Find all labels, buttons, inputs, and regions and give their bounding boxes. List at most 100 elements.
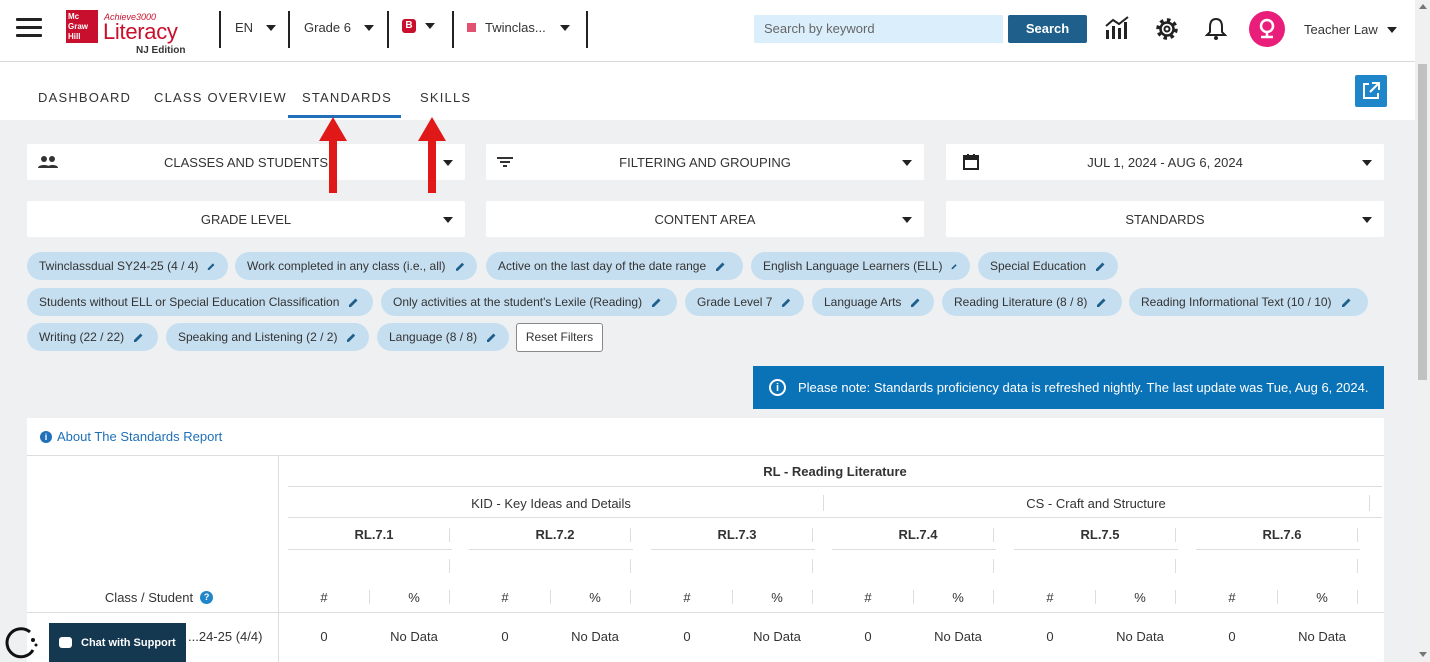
language-dropdown[interactable]: EN xyxy=(235,20,277,35)
reports-chart-icon[interactable] xyxy=(1104,16,1130,40)
percent-column-header[interactable]: % xyxy=(1286,590,1358,605)
pencil-edit-icon[interactable] xyxy=(455,261,465,272)
divider xyxy=(1357,559,1358,573)
menu-icon[interactable] xyxy=(16,18,42,42)
filter-chip[interactable]: Grade Level 7 xyxy=(685,288,804,316)
pencil-edit-icon[interactable] xyxy=(951,261,958,272)
grade-dropdown[interactable]: Grade 6 xyxy=(304,20,374,35)
info-icon: i xyxy=(40,430,52,443)
standards-dropdown[interactable]: STANDARDS xyxy=(946,201,1384,237)
class-student-header: Class / Student ? xyxy=(40,590,278,605)
tab-standards[interactable]: STANDARDS xyxy=(302,90,392,105)
reset-filters-button[interactable]: Reset Filters xyxy=(516,323,603,352)
mcgraw-hill-logo-box: Mc Graw Hill xyxy=(66,10,98,43)
percent-column-header[interactable]: % xyxy=(922,590,994,605)
scroll-up-icon[interactable] xyxy=(1419,4,1427,9)
filter-chip[interactable]: Twinclassdual SY24-25 (4 / 4) xyxy=(27,252,228,280)
chevron-down-icon xyxy=(559,24,570,31)
divider xyxy=(1277,590,1278,604)
divider xyxy=(27,612,1384,613)
count-column-header[interactable]: # xyxy=(1196,590,1268,605)
standard-header[interactable]: RL.7.1 xyxy=(288,527,460,542)
pencil-edit-icon[interactable] xyxy=(715,261,726,272)
pencil-edit-icon[interactable] xyxy=(1096,297,1107,308)
filter-chip[interactable]: Active on the last day of the date range xyxy=(486,252,743,280)
divider xyxy=(993,528,994,542)
standard-header[interactable]: RL.7.2 xyxy=(469,527,641,542)
percent-column-header[interactable]: % xyxy=(741,590,813,605)
avatar[interactable] xyxy=(1249,11,1285,47)
count-column-header[interactable]: # xyxy=(832,590,904,605)
classes-and-students-dropdown[interactable]: CLASSES AND STUDENTS xyxy=(27,144,465,180)
tab-class-overview[interactable]: CLASS OVERVIEW xyxy=(154,90,287,105)
percent-column-header[interactable]: % xyxy=(378,590,450,605)
divider xyxy=(387,11,389,48)
percent-column-header[interactable]: % xyxy=(1104,590,1176,605)
filter-chip[interactable]: Language (8 / 8) xyxy=(377,323,509,351)
pencil-edit-icon[interactable] xyxy=(346,332,357,343)
divider xyxy=(993,559,994,573)
filter-chip[interactable]: Reading Literature (8 / 8) xyxy=(942,288,1122,316)
tab-skills[interactable]: SKILLS xyxy=(420,90,471,105)
percent-cell: No Data xyxy=(1298,629,1346,644)
chat-with-support-button[interactable]: Chat with Support xyxy=(49,623,186,662)
pencil-edit-icon[interactable] xyxy=(207,261,216,272)
pencil-edit-icon[interactable] xyxy=(910,297,921,308)
standard-header[interactable]: RL.7.5 xyxy=(1014,527,1186,542)
about-standards-report-link[interactable]: i About The Standards Report xyxy=(40,429,222,444)
filter-chip[interactable]: English Language Learners (ELL) xyxy=(751,252,970,280)
filter-chip[interactable]: Special Education xyxy=(978,252,1118,280)
logo[interactable]: Mc Graw Hill Achieve3000 Literacy NJ Edi… xyxy=(66,10,186,56)
divider xyxy=(288,517,1382,518)
class-row-name[interactable]: ...24-25 (4/4) xyxy=(188,629,278,644)
pencil-edit-icon[interactable] xyxy=(348,297,359,308)
open-external-button[interactable] xyxy=(1355,75,1387,107)
class-dropdown[interactable]: Twinclas... xyxy=(467,20,570,35)
grade-level-dropdown[interactable]: GRADE LEVEL xyxy=(27,201,465,237)
filtering-and-grouping-dropdown[interactable]: FILTERING AND GROUPING xyxy=(486,144,924,180)
divider xyxy=(449,528,450,542)
pencil-edit-icon[interactable] xyxy=(1341,297,1352,308)
pencil-edit-icon[interactable] xyxy=(781,297,792,308)
help-icon[interactable]: ? xyxy=(200,591,214,604)
tab-dashboard[interactable]: DASHBOARD xyxy=(38,90,131,105)
divider xyxy=(812,528,813,542)
count-column-header[interactable]: # xyxy=(651,590,723,605)
user-menu[interactable]: Teacher Law xyxy=(1304,22,1397,37)
scroll-down-icon[interactable] xyxy=(1419,652,1427,657)
settings-gear-icon[interactable] xyxy=(1153,15,1181,43)
pencil-edit-icon[interactable] xyxy=(133,332,144,343)
standard-header[interactable]: RL.7.6 xyxy=(1196,527,1368,542)
divider xyxy=(1369,495,1370,511)
logo-literacy-text: Literacy xyxy=(103,19,178,44)
filter-chip-label: Speaking and Listening (2 / 2) xyxy=(178,330,338,344)
standard-header[interactable]: RL.7.4 xyxy=(832,527,1004,542)
count-column-header[interactable]: # xyxy=(469,590,541,605)
filter-chip[interactable]: Work completed in any class (i.e., all) xyxy=(235,252,477,280)
filter-chip[interactable]: Only activities at the student's Lexile … xyxy=(381,288,677,316)
content-area-dropdown[interactable]: CONTENT AREA xyxy=(486,201,924,237)
filter-chip[interactable]: Writing (22 / 22) xyxy=(27,323,158,351)
standard-header[interactable]: RL.7.3 xyxy=(651,527,823,542)
search-button[interactable]: Search xyxy=(1008,15,1087,43)
filter-chip[interactable]: Students without ELL or Special Educatio… xyxy=(27,288,373,316)
count-column-header[interactable]: # xyxy=(1014,590,1086,605)
divider xyxy=(651,549,815,550)
count-column-header[interactable]: # xyxy=(288,590,360,605)
filter-chip[interactable]: Speaking and Listening (2 / 2) xyxy=(166,323,369,351)
filter-chip[interactable]: Language Arts xyxy=(812,288,934,316)
date-range-dropdown[interactable]: JUL 1, 2024 - AUG 6, 2024 xyxy=(946,144,1384,180)
notification-bell-icon[interactable] xyxy=(1205,17,1227,41)
divider xyxy=(913,590,914,604)
search-input[interactable]: Search by keyword xyxy=(754,15,1003,43)
language-value: EN xyxy=(235,20,254,35)
filter-chip-label: Active on the last day of the date range xyxy=(498,259,707,273)
percent-column-header[interactable]: % xyxy=(559,590,631,605)
scrollbar-thumb[interactable] xyxy=(1418,64,1427,380)
filter-chip-label: Special Education xyxy=(990,259,1087,273)
pencil-edit-icon[interactable] xyxy=(486,332,497,343)
pencil-edit-icon[interactable] xyxy=(651,297,662,308)
pencil-edit-icon[interactable] xyxy=(1095,261,1106,272)
filter-chip[interactable]: Reading Informational Text (10 / 10) xyxy=(1129,288,1368,316)
badge-dropdown[interactable]: B xyxy=(402,19,435,33)
